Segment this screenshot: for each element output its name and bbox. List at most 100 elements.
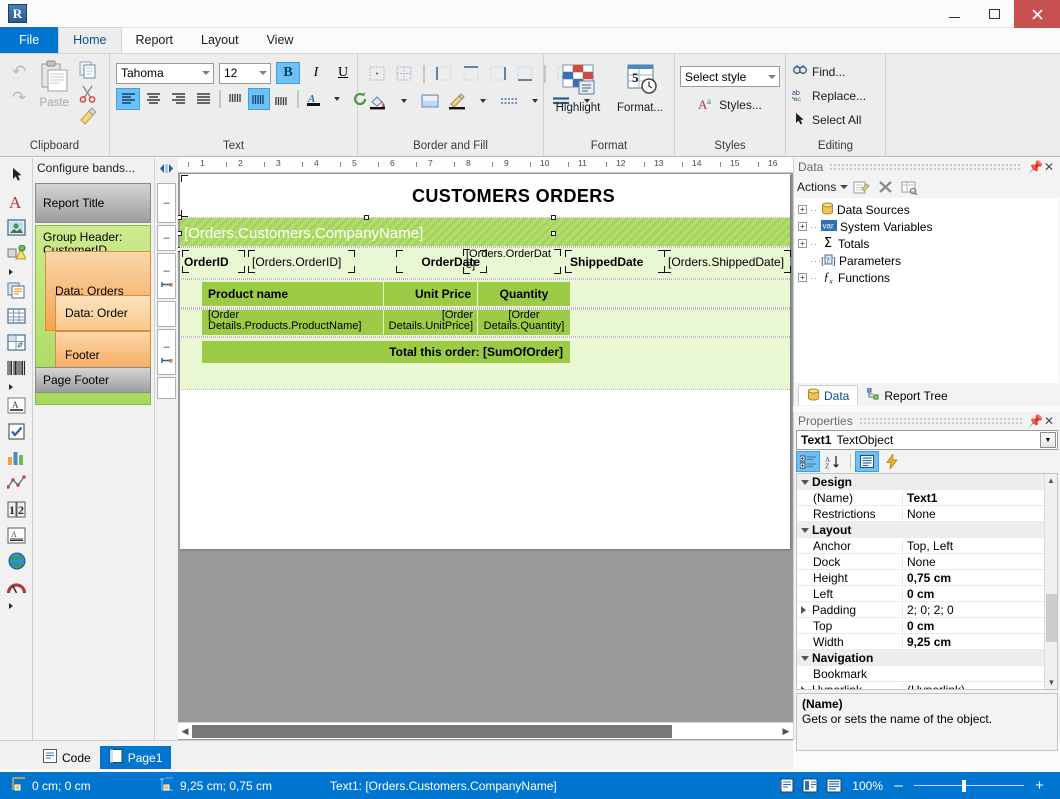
paste-button[interactable]: Paste (30, 59, 78, 109)
redo-icon[interactable]: ↷ (12, 91, 26, 105)
checkbox-tool-icon[interactable] (0, 418, 33, 444)
expander-icon[interactable]: + (798, 239, 807, 248)
more-shapes-arrow-icon[interactable] (0, 266, 33, 277)
design-canvas[interactable]: 1 2 3 4 5 6 7 8 9 10 11 12 13 1 (178, 158, 793, 740)
minimize-button[interactable] (934, 0, 974, 28)
resize-handle[interactable] (178, 215, 182, 220)
tab-report-tree[interactable]: Report Tree (858, 385, 956, 405)
map-tool-icon[interactable] (0, 548, 33, 574)
zoom-in-button[interactable]: + (1031, 777, 1048, 794)
property-row-anchor[interactable]: Anchor Top, Left (797, 538, 1057, 554)
pin-icon[interactable]: 📌 (1028, 414, 1042, 428)
barcode-tool-icon[interactable] (0, 355, 33, 381)
tab-page1[interactable]: Page1 (100, 746, 172, 769)
table-header-unit-price[interactable]: Unit Price (384, 282, 477, 306)
canvas-band-report-title[interactable]: CUSTOMERS ORDERS (180, 174, 790, 218)
scroll-left-icon[interactable]: ◀ (178, 724, 192, 739)
ribbon-tab-file[interactable]: File (0, 27, 58, 53)
underline-button[interactable]: U (332, 62, 354, 84)
table-cell-quantity[interactable]: [Order Details.Quantity] (478, 310, 570, 335)
tab-code[interactable]: Code (34, 746, 100, 769)
properties-view-icon[interactable] (855, 451, 879, 472)
highlight-button[interactable]: Highlight (550, 61, 606, 114)
border-style-icon[interactable] (497, 90, 521, 112)
table-cell-unit-price[interactable]: [Order Details.UnitPrice] (384, 310, 477, 335)
gauge-tool-icon[interactable] (0, 574, 33, 600)
select-style-combo[interactable]: Select style (680, 66, 780, 87)
property-row-dock[interactable]: Dock None (797, 554, 1057, 570)
resize-handle[interactable] (551, 215, 556, 220)
delete-icon[interactable] (874, 177, 896, 197)
table-cell-product-name[interactable]: [Order Details.Products.ProductName] (202, 310, 383, 335)
more-barcodes-arrow-icon[interactable] (0, 381, 33, 392)
scroll-down-icon[interactable]: ▼ (1045, 676, 1058, 689)
zipcode-tool-icon[interactable]: A (0, 522, 33, 548)
property-value[interactable]: 0,75 cm (902, 571, 1057, 585)
property-row-height[interactable]: Height 0,75 cm (797, 570, 1057, 586)
gutter-box-data2[interactable] (157, 301, 176, 327)
panel-splitter[interactable] (155, 158, 178, 179)
close-icon[interactable]: ✕ (1042, 160, 1056, 174)
tree-node-functions[interactable]: + ·· ƒx Functions (798, 269, 1059, 286)
categorized-icon[interactable] (796, 451, 820, 472)
bold-button[interactable]: B (276, 62, 300, 84)
property-row-left[interactable]: Left 0 cm (797, 586, 1057, 602)
align-justify-icon[interactable] (191, 88, 215, 110)
ribbon-tab-report[interactable]: Report (122, 27, 188, 53)
richtext-tool-icon[interactable] (0, 277, 33, 303)
gutter-box-data1[interactable]: – (157, 253, 176, 299)
table-tool-icon[interactable] (0, 303, 33, 329)
scroll-track[interactable] (192, 725, 779, 738)
ribbon-tab-home[interactable]: Home (58, 27, 121, 53)
zoom-slider[interactable] (914, 780, 1024, 792)
border-bottom-icon[interactable] (514, 63, 536, 85)
report-title-text[interactable]: CUSTOMERS ORDERS (412, 186, 615, 207)
object-selector-combo[interactable]: Text1 TextObject ▼ (796, 430, 1058, 450)
sparkline-tool-icon[interactable] (0, 470, 33, 496)
drag-grip[interactable] (829, 163, 1022, 171)
expander-icon[interactable]: + (798, 273, 807, 282)
ribbon-tab-layout[interactable]: Layout (187, 27, 253, 53)
properties-grid[interactable]: Design (Name) Text1 Restrictions None La… (796, 473, 1058, 690)
view-two-page-icon[interactable] (801, 777, 818, 794)
tree-node-totals[interactable]: + ·· Σ Totals (798, 235, 1059, 252)
shippeddate-label[interactable]: ShippedDate (570, 252, 662, 272)
undo-icon[interactable]: ↶ (12, 65, 26, 79)
valign-middle-icon[interactable] (248, 88, 270, 110)
property-row-padding[interactable]: Padding 2; 0; 2; 0 (797, 602, 1057, 618)
fill-color-icon[interactable] (366, 90, 390, 112)
canvas-band-page-footer[interactable] (180, 390, 790, 409)
resize-handle[interactable] (551, 231, 556, 236)
events-view-icon[interactable] (880, 451, 904, 472)
property-value[interactable]: None (902, 507, 1057, 521)
fill-color-dropdown-icon[interactable] (393, 90, 415, 112)
gutter-box-group[interactable]: – (157, 225, 176, 251)
canvas-band-data-order[interactable]: Product name Unit Price Quantity [Order … (180, 280, 790, 338)
chart-tool-icon[interactable] (0, 444, 33, 470)
property-category-layout[interactable]: Layout (797, 522, 1057, 538)
report-page[interactable]: CUSTOMERS ORDERS [Orders.Customers.Compa… (180, 174, 790, 549)
cut-icon[interactable] (78, 84, 98, 104)
table-header-product-name[interactable]: Product name (202, 282, 383, 306)
drag-grip[interactable] (859, 417, 1022, 425)
font-name-combo[interactable]: Tahoma (116, 63, 214, 84)
actions-label[interactable]: Actions (797, 180, 838, 194)
orderdate-field[interactable]: [Orders.OrderDate] (466, 249, 558, 273)
text-object-tool-icon[interactable]: A (0, 188, 33, 214)
border-all-icon[interactable] (393, 63, 415, 85)
format-painter-icon[interactable] (78, 107, 98, 127)
zoom-out-button[interactable]: – (890, 777, 907, 794)
band-page-footer[interactable]: Page Footer (35, 367, 151, 393)
property-row-name[interactable]: (Name) Text1 (797, 490, 1057, 506)
gutter-box-page-footer[interactable] (157, 377, 176, 399)
scroll-thumb[interactable] (192, 725, 672, 738)
view-single-page-icon[interactable] (777, 777, 794, 794)
replace-button[interactable]: ab ac Replace... (792, 85, 866, 107)
close-icon[interactable]: ✕ (1042, 414, 1056, 428)
gutter-box-title[interactable]: – (157, 183, 176, 223)
property-value[interactable]: 2; 0; 2; 0 (902, 603, 1057, 617)
collapse-icon[interactable] (801, 480, 809, 485)
canvas-band-group-header[interactable]: [Orders.Customers.CompanyName] (180, 218, 790, 248)
property-row-hyperlink[interactable]: Hyperlink (Hyperlink) (797, 682, 1057, 690)
expand-icon[interactable] (801, 686, 806, 691)
